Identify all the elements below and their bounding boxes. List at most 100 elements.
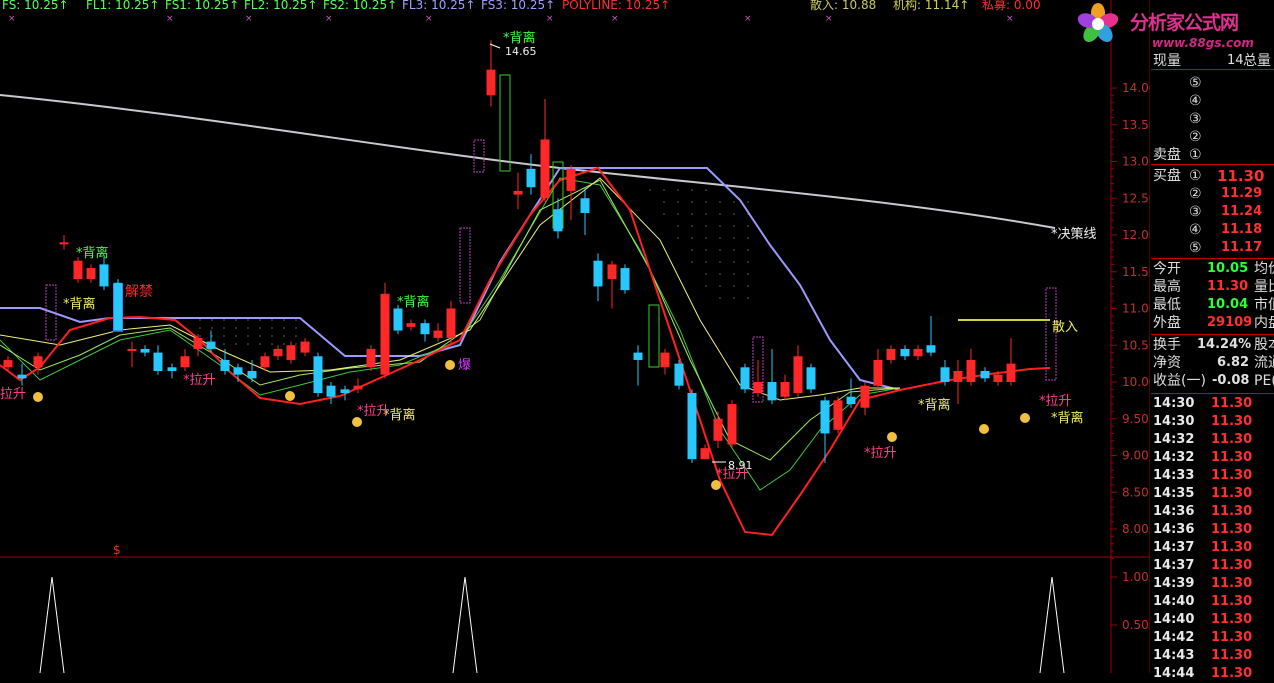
tick-time: 14:36 (1153, 522, 1195, 537)
band-dot (235, 335, 237, 337)
candle-body (700, 448, 710, 460)
band-dot (747, 237, 749, 239)
candle-body (313, 356, 323, 394)
band-dot (719, 249, 721, 251)
tick-price: 11.30 (1211, 522, 1253, 537)
high-price-label: 14.65 (505, 45, 537, 58)
candle-body (393, 308, 403, 331)
kline-chart[interactable]: 14.00 13.50 13.00 12.50 12.00 11.50 11.00 10.50… (0, 0, 1150, 673)
candle-body (740, 367, 750, 390)
band-dot (733, 297, 735, 299)
band-dot (747, 297, 749, 299)
band-dot (223, 343, 225, 345)
header-sanru: 散入: 10.88 (810, 0, 877, 12)
candle-body (674, 363, 684, 386)
header-polyline: POLYLINE: 10.25↑ (562, 0, 671, 12)
tick-price: 11.30 (1211, 630, 1253, 645)
band-dot (663, 213, 665, 215)
tick-time: 14:39 (1153, 576, 1195, 591)
candle-body (433, 330, 443, 338)
tick-row: 14:30 11.30 (1151, 413, 1274, 431)
buy-level-2: ② (1189, 186, 1202, 202)
band-dot (719, 261, 721, 263)
band-dot (295, 335, 297, 337)
band-dot (733, 285, 735, 287)
band-dot (691, 237, 693, 239)
signal-box (473, 139, 485, 173)
buy-level-1: ① (1189, 168, 1202, 184)
candle-body (980, 370, 990, 379)
band-dot (235, 327, 237, 329)
separator-line (1151, 258, 1274, 259)
dollar-marker: $ (113, 543, 121, 557)
buy-label: 买盘 (1153, 168, 1181, 184)
tick-time: 14:30 (1153, 396, 1195, 411)
candle-body (886, 348, 896, 360)
price-axis-label: 8.00 (1122, 522, 1149, 536)
top-marker: × (8, 14, 16, 24)
buy-level-3: ③ (1189, 204, 1202, 220)
candle-body (247, 370, 257, 379)
band-dot (719, 225, 721, 227)
indicator-axis-label: 1.00 (1122, 570, 1149, 584)
hand-icon (285, 391, 295, 401)
stat-right-guben: 股本 (1254, 337, 1274, 353)
candle-body (713, 418, 723, 441)
sell-level-4: ④ (1189, 93, 1202, 109)
bao-label: 爆 (458, 358, 471, 373)
band-dot (719, 201, 721, 203)
band-dot (223, 335, 225, 337)
candle-body (900, 348, 910, 357)
candle-body (940, 367, 950, 382)
tick-row: 14:35 11.30 (1151, 485, 1274, 503)
stat-right-junjia: 均价 (1254, 261, 1274, 277)
tick-price: 11.30 (1211, 576, 1253, 591)
buy-price-5: 11.17 (1221, 240, 1263, 255)
tick-time: 14:32 (1153, 450, 1195, 465)
sell-level-5: ⑤ (1189, 75, 1202, 91)
stat-right-neipan: 内盘 (1254, 315, 1274, 331)
tick-time: 14:33 (1153, 468, 1195, 483)
indicator-axis-label: 0.50 (1122, 618, 1149, 632)
sell-level-1: ① (1189, 147, 1202, 163)
band-dot (705, 225, 707, 227)
tick-time: 14:42 (1153, 630, 1195, 645)
candle-body (153, 352, 163, 371)
header-fl2: FL2: 10.25↑ (244, 0, 318, 12)
top-marker: × (546, 14, 554, 24)
signal-box (459, 227, 471, 304)
candle-body (127, 348, 137, 351)
tick-row: 14:32 11.30 (1151, 431, 1274, 449)
candle-body (140, 348, 150, 353)
stat-label-high: 最高 (1153, 279, 1181, 295)
band-dot (259, 327, 261, 329)
candle-body (566, 168, 576, 191)
candle-body (420, 323, 430, 335)
price-axis-label: 12.50 (1122, 191, 1150, 205)
header-fl3: FL3: 10.25↑ (402, 0, 476, 12)
beili-label: *背离 (918, 397, 951, 413)
candle-body (753, 382, 763, 394)
band-dot (663, 189, 665, 191)
top-marker: × (166, 14, 174, 24)
tick-row: 14:30 11.30 (1151, 395, 1274, 413)
signal-box-green (648, 304, 660, 368)
candle-body (380, 293, 390, 375)
band-dot (747, 261, 749, 263)
tick-time: 14:36 (1153, 504, 1195, 519)
stat-label-shouyi: 收益(一) (1153, 373, 1206, 389)
stat-label-low: 最低 (1153, 297, 1181, 313)
band-dot (235, 319, 237, 321)
tick-price: 11.30 (1211, 468, 1253, 483)
band-dot (649, 189, 651, 191)
band-dot (247, 327, 249, 329)
price-axis-label: 13.00 (1122, 155, 1150, 169)
band-dot (733, 273, 735, 275)
buy-price-4: 11.18 (1221, 222, 1263, 237)
candle-body (286, 345, 296, 360)
tick-time: 14:37 (1153, 540, 1195, 555)
hand-icon (352, 417, 362, 427)
band-dot (733, 237, 735, 239)
tick-row: 14:33 11.30 (1151, 467, 1274, 485)
tick-row: 14:37 11.30 (1151, 539, 1274, 557)
